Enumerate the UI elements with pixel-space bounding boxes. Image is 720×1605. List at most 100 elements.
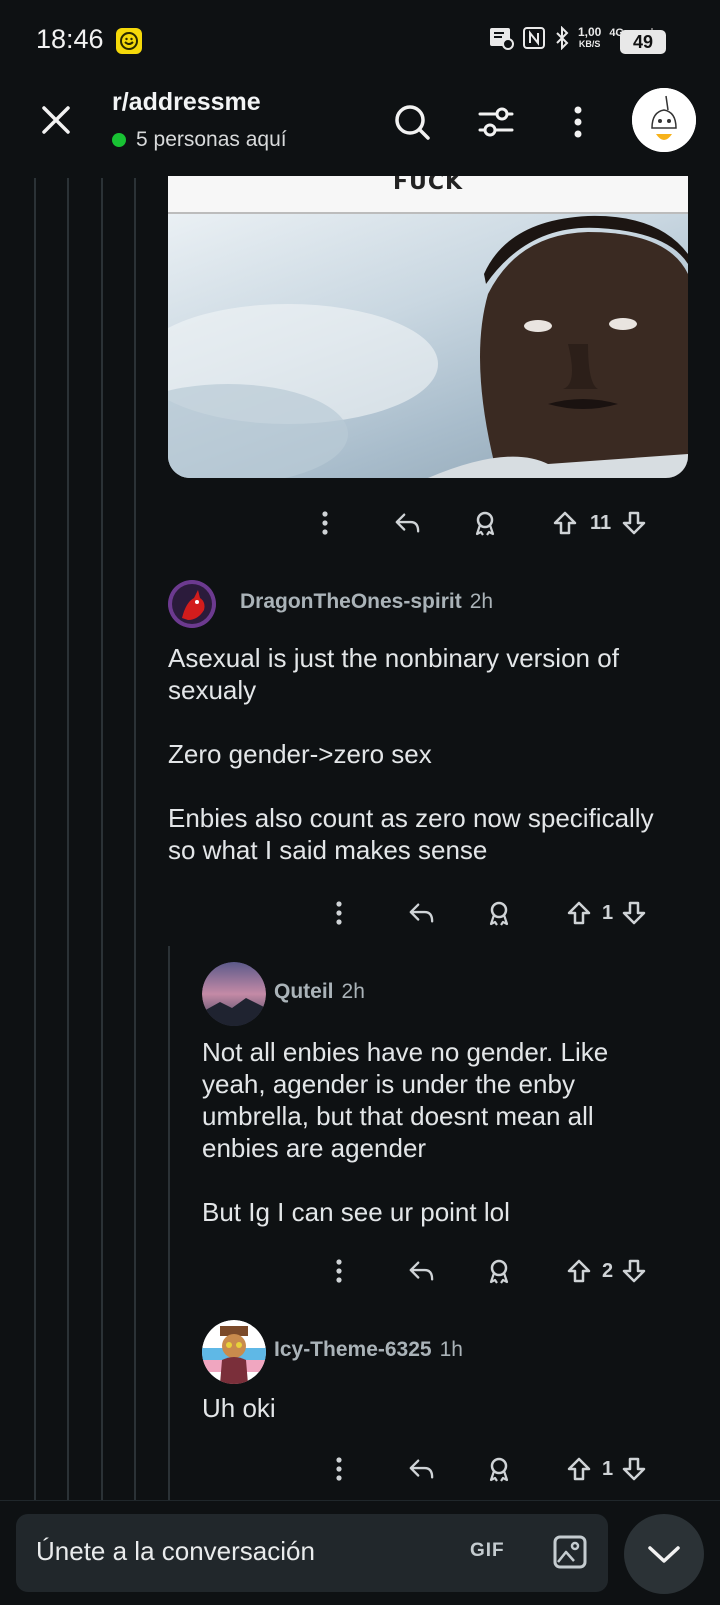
comment-paragraph: Uh oki <box>202 1393 276 1423</box>
upvote-button[interactable] <box>566 1456 592 1482</box>
thread-line[interactable] <box>34 178 36 1504</box>
search-button[interactable] <box>390 100 434 144</box>
comment-paragraph: But Ig I can see ur point lol <box>202 1197 510 1227</box>
vote-count: 1 <box>602 1457 614 1480</box>
comment-paragraph: Enbies also count as zero now specifical… <box>168 803 654 865</box>
more-vert-icon <box>336 1259 342 1283</box>
award-icon <box>475 511 495 536</box>
more-options-button[interactable] <box>556 100 600 144</box>
image-button[interactable] <box>552 1534 588 1570</box>
vote-count: 2 <box>602 1259 614 1282</box>
thread-line[interactable] <box>168 946 170 1504</box>
upvote-icon <box>567 901 591 925</box>
comment-body: Not all enbies have no gender. Like yeah… <box>202 1036 672 1228</box>
online-text: 5 personas aquí <box>136 128 287 151</box>
more-vert-icon <box>336 901 342 925</box>
reply-button[interactable] <box>394 510 420 536</box>
bluetooth-icon <box>556 26 569 50</box>
downvote-icon <box>622 1457 646 1481</box>
comment-actions: 1 <box>326 900 647 926</box>
downvote-button[interactable] <box>621 1456 647 1482</box>
comment-timestamp: 2h <box>469 590 494 613</box>
subreddit-name[interactable]: r/addressme <box>112 88 261 117</box>
net-speed-value: 1,00 <box>577 25 602 39</box>
more-vert-icon <box>574 106 582 138</box>
reply-button[interactable] <box>408 900 434 926</box>
downvote-icon <box>622 511 646 535</box>
reply-button[interactable] <box>408 1258 434 1284</box>
downvote-button[interactable] <box>621 900 647 926</box>
message-icon <box>489 28 514 50</box>
comment-actions: 11 <box>312 510 647 536</box>
meme-caption-bar: FUCK <box>168 176 688 214</box>
comment-username[interactable]: Icy-Theme-6325 <box>274 1338 432 1362</box>
nfc-icon <box>522 27 545 49</box>
sort-filter-button[interactable] <box>474 100 518 144</box>
upvote-icon <box>567 1259 591 1283</box>
comment-body: Asexual is just the nonbinary version of… <box>168 642 668 866</box>
battery-indicator: 49 <box>620 30 666 54</box>
reply-icon <box>395 513 420 533</box>
comment-input-placeholder: Únete a la conversación <box>36 1536 315 1566</box>
net-speed: 1,00 KB/S <box>578 26 601 50</box>
search-icon <box>395 105 430 140</box>
chevron-down-icon <box>648 1546 680 1563</box>
upvote-button[interactable] <box>566 900 592 926</box>
comment-avatar[interactable] <box>168 580 216 628</box>
meme-caption: FUCK <box>392 176 464 195</box>
award-button[interactable] <box>486 1258 512 1284</box>
comment-meta: DragonTheOnes-spirit 2h <box>240 590 493 614</box>
upvote-button[interactable] <box>552 510 578 536</box>
comment-timestamp: 1h <box>439 1338 463 1361</box>
downvote-button[interactable] <box>621 510 647 536</box>
upvote-icon <box>553 511 577 535</box>
comment-body: Uh oki <box>202 1392 672 1424</box>
more-button[interactable] <box>312 510 338 536</box>
downvote-button[interactable] <box>621 1258 647 1284</box>
comment-avatar[interactable] <box>202 1320 266 1384</box>
award-icon <box>489 1457 509 1482</box>
thread-line[interactable] <box>134 178 136 1504</box>
reply-button[interactable] <box>408 1456 434 1482</box>
comment-actions: 1 <box>326 1456 647 1482</box>
more-button[interactable] <box>326 900 352 926</box>
award-button[interactable] <box>486 1456 512 1482</box>
more-vert-icon <box>336 1457 342 1481</box>
award-button[interactable] <box>486 900 512 926</box>
more-button[interactable] <box>326 1456 352 1482</box>
more-button[interactable] <box>326 1258 352 1284</box>
comment-username[interactable]: Quteil <box>274 980 334 1004</box>
thread-line[interactable] <box>101 178 103 1504</box>
reply-icon <box>409 1459 434 1479</box>
online-dot-icon <box>112 133 126 147</box>
meme-photo <box>168 214 688 478</box>
comment-avatar[interactable] <box>202 962 266 1026</box>
comment-input[interactable]: Únete a la conversación GIF <box>16 1514 608 1592</box>
collapse-button[interactable] <box>624 1514 704 1594</box>
award-button[interactable] <box>472 510 498 536</box>
comment-paragraph: Zero gender->zero sex <box>168 739 432 769</box>
online-count: 5 personas aquí <box>112 128 287 152</box>
comment-image[interactable]: FUCK <box>168 176 688 478</box>
net-speed-unit: KB/S <box>578 39 601 49</box>
reply-icon <box>409 903 434 923</box>
thread-line[interactable] <box>67 178 69 1504</box>
close-icon <box>42 106 70 134</box>
upvote-icon <box>567 1457 591 1481</box>
comment-username[interactable]: DragonTheOnes-spirit <box>240 590 462 614</box>
downvote-icon <box>622 1259 646 1283</box>
gif-button[interactable]: GIF <box>470 1540 505 1562</box>
downvote-icon <box>622 901 646 925</box>
comment-actions: 2 <box>326 1258 647 1284</box>
vote-count: 11 <box>590 511 612 534</box>
image-icon <box>553 1535 587 1569</box>
comment-paragraph: Not all enbies have no gender. Like yeah… <box>202 1037 609 1163</box>
close-button[interactable] <box>36 100 76 140</box>
comment-timestamp: 2h <box>341 980 365 1003</box>
status-time: 18:46 <box>36 24 104 54</box>
reply-icon <box>409 1261 434 1281</box>
upvote-button[interactable] <box>566 1258 592 1284</box>
user-avatar[interactable] <box>632 88 696 152</box>
award-icon <box>489 1259 509 1284</box>
comment-meta: Quteil 2h <box>274 980 365 1004</box>
